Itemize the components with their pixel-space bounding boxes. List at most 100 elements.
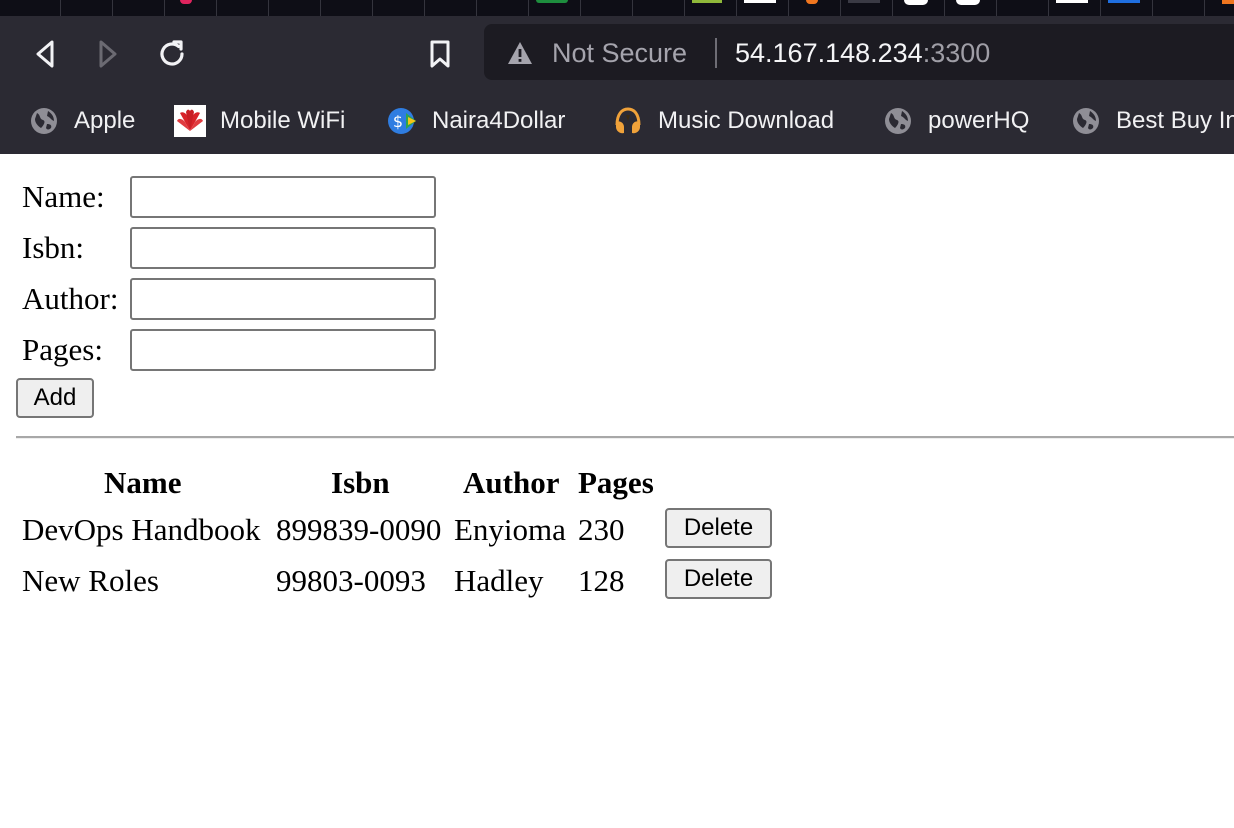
tab-favicon[interactable] <box>1056 0 1088 3</box>
isbn-label: Isbn: <box>22 230 84 265</box>
column-header-pages: Pages <box>578 465 654 500</box>
pages-label: Pages: <box>22 332 103 367</box>
tab-separator <box>1204 0 1205 16</box>
tab-separator <box>788 0 789 16</box>
book-pages-cell: 128 <box>578 563 625 598</box>
column-header-name: Name <box>104 465 182 500</box>
tab-separator <box>528 0 529 16</box>
book-isbn-cell: 99803-0093 <box>276 563 426 598</box>
bookmark-apple[interactable]: Apple <box>28 104 135 138</box>
tab-favicon[interactable] <box>904 0 928 5</box>
url-text[interactable]: 54.167.148.234:3300 <box>735 38 990 69</box>
tab-favicon[interactable] <box>180 0 192 4</box>
tab-favicon[interactable] <box>956 0 980 5</box>
reload-icon <box>160 40 184 66</box>
bookmark-naira4dollar[interactable]: $ Naira4Dollar <box>386 104 565 138</box>
tab-separator <box>112 0 113 16</box>
forward-button[interactable] <box>90 36 126 72</box>
tab-favicon[interactable] <box>536 0 568 3</box>
tab-separator <box>424 0 425 16</box>
tab-favicon[interactable] <box>744 0 776 3</box>
tab-favicon[interactable] <box>692 0 722 3</box>
tab-separator <box>736 0 737 16</box>
tab-separator <box>164 0 165 16</box>
delete-button[interactable]: Delete <box>665 508 772 548</box>
svg-text:$: $ <box>393 112 403 131</box>
book-isbn-cell: 899839-0090 <box>276 512 442 547</box>
bookmark-mobile-wifi[interactable]: Mobile WiFi <box>174 104 345 138</box>
bookmark-best-buy[interactable]: Best Buy In <box>1070 104 1234 138</box>
tab-separator <box>944 0 945 16</box>
bookmarks-toolbar: Apple Mobile WiFi $ Naira4Dollar Music D… <box>0 88 1234 154</box>
isbn-row: Isbn: <box>22 227 442 269</box>
bookmark-label: powerHQ <box>928 107 1030 134</box>
tab-separator <box>1152 0 1153 16</box>
horizontal-rule <box>16 436 1234 439</box>
column-header-author: Author <box>463 465 560 500</box>
url-host: 54.167.148.234 <box>735 38 923 68</box>
globe-icon <box>28 105 60 137</box>
add-button[interactable]: Add <box>16 378 94 418</box>
reload-button[interactable] <box>154 36 190 72</box>
pages-input[interactable] <box>130 329 436 371</box>
author-row: Author: <box>22 278 442 320</box>
tab-separator <box>372 0 373 16</box>
huawei-icon <box>174 105 206 137</box>
tab-favicon[interactable] <box>848 0 880 3</box>
naira-icon: $ <box>386 105 418 137</box>
bookmark-label: Apple <box>74 107 136 134</box>
isbn-input[interactable] <box>130 227 436 269</box>
bookmark-label: Naira4Dollar <box>432 107 566 134</box>
author-input[interactable] <box>130 278 436 320</box>
name-row: Name: <box>22 176 442 218</box>
address-bar[interactable]: Not Secure 54.167.148.234:3300 <box>484 24 1234 80</box>
tab-separator <box>268 0 269 16</box>
pages-row: Pages: <box>22 329 442 371</box>
tab-separator <box>580 0 581 16</box>
book-pages-cell: 230 <box>578 512 625 547</box>
delete-button[interactable]: Delete <box>665 559 772 599</box>
book-name-cell: DevOps Handbook <box>22 512 261 547</box>
bookmark-label: Mobile WiFi <box>220 107 346 134</box>
tab-separator <box>1048 0 1049 16</box>
warning-triangle-icon[interactable] <box>506 40 534 66</box>
book-name-cell: New Roles <box>22 563 159 598</box>
bookmark-label: Best Buy In <box>1116 107 1234 134</box>
tab-separator <box>1100 0 1101 16</box>
bookmark-icon <box>430 40 450 68</box>
bookmark-label: Music Download <box>658 107 835 134</box>
back-arrow-icon <box>36 40 54 68</box>
headphones-icon <box>612 105 644 137</box>
forward-arrow-icon <box>99 40 117 68</box>
tab-separator <box>60 0 61 16</box>
page-content: Name: Isbn: Author: Pages: Add Name Isbn… <box>0 154 1234 828</box>
tab-separator <box>632 0 633 16</box>
globe-icon <box>1070 105 1102 137</box>
bookmark-powerhq[interactable]: powerHQ <box>882 104 1029 138</box>
back-button[interactable] <box>27 36 63 72</box>
column-header-isbn: Isbn <box>331 465 390 500</box>
bookmark-music-download[interactable]: Music Download <box>612 104 834 138</box>
tab-separator <box>996 0 997 16</box>
book-author-cell: Hadley <box>454 563 544 598</box>
tab-favicon[interactable] <box>806 0 818 4</box>
tab-separator <box>840 0 841 16</box>
security-label[interactable]: Not Secure <box>552 38 687 69</box>
url-port: :3300 <box>922 38 991 68</box>
tab-favicon[interactable] <box>1222 0 1234 4</box>
tab-strip <box>0 0 1234 16</box>
bookmark-page-button[interactable] <box>422 36 458 72</box>
tab-separator <box>892 0 893 16</box>
author-label: Author: <box>22 281 119 316</box>
tab-separator <box>320 0 321 16</box>
name-label: Name: <box>22 179 105 214</box>
url-separator <box>715 38 717 68</box>
tab-separator <box>216 0 217 16</box>
tab-separator <box>476 0 477 16</box>
tab-favicon[interactable] <box>1108 0 1140 3</box>
navigation-toolbar: Not Secure 54.167.148.234:3300 <box>0 16 1234 88</box>
globe-icon <box>882 105 914 137</box>
book-author-cell: Enyioma <box>454 512 566 547</box>
name-input[interactable] <box>130 176 436 218</box>
tab-separator <box>684 0 685 16</box>
